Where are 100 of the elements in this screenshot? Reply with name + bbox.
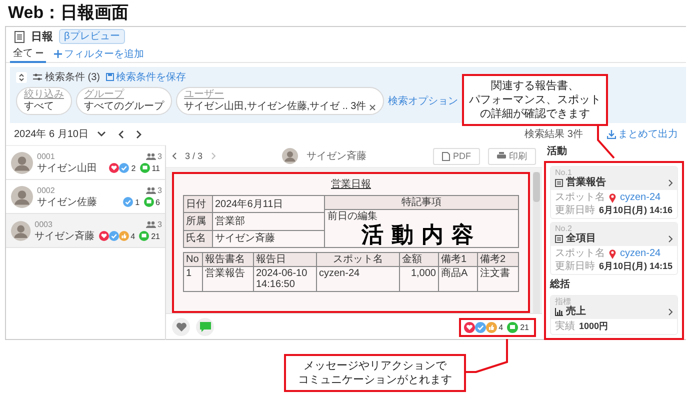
minus-icon — [36, 52, 43, 54]
printer-icon — [497, 152, 506, 160]
metric-caption: 指標 — [555, 297, 571, 306]
report-list-item[interactable]: 0003 サイゼン斉藤 3 4 21 — [6, 214, 165, 248]
map-pin-icon — [609, 192, 616, 202]
search-conditions-label[interactable]: 検索条件 (3) — [33, 70, 100, 84]
table-cell-text: 前日の編集 — [326, 210, 378, 223]
activity-number: No.2 — [555, 224, 572, 233]
comment-icon — [507, 322, 518, 332]
table-cell-text: 営業部 — [214, 214, 246, 228]
field-label: 実績 — [555, 320, 575, 333]
comment-icon — [139, 231, 150, 241]
metric-value: 1000円 — [579, 320, 608, 333]
report-code: 0002 — [37, 184, 56, 196]
chevron-right-icon — [668, 235, 673, 243]
callout-note: 関連する報告書、 パフォーマンス、スポット の詳細が確認できます — [462, 74, 608, 126]
report-list-item[interactable]: 0001 サイゼン山田 3 2 11 — [6, 146, 165, 180]
page-counter: 3 / 3 — [185, 151, 203, 161]
summary-card[interactable]: 指標 売上 実績 1000円 — [550, 295, 678, 335]
comment-count: 21 — [520, 322, 529, 332]
activity-card[interactable]: No.2 全項目 スポット名 cyzen-24 更新日時 6月10日(月) 14:15 — [550, 222, 678, 275]
like-button[interactable] — [172, 318, 190, 336]
section-heading: 活動 — [546, 145, 568, 159]
map-pin-icon — [609, 248, 616, 258]
print-button[interactable]: 印刷 — [488, 148, 536, 164]
report-code: 0001 — [37, 150, 56, 162]
table-cell-text: サイゼン斉藤 — [214, 232, 276, 246]
chat-icon — [200, 322, 210, 332]
form-icon — [555, 179, 563, 187]
heart-icon — [176, 322, 186, 332]
file-icon — [442, 152, 450, 160]
table-cell: 特記事項 — [325, 196, 518, 210]
filter-field[interactable]: グループ すべてのグループ — [76, 87, 172, 115]
people-icon — [146, 153, 156, 160]
form-icon — [555, 235, 563, 243]
activity-title: 全項目 — [566, 233, 596, 245]
table-cell: 氏名 — [184, 230, 213, 247]
filter-field[interactable]: 絞り込み すべて — [16, 87, 72, 115]
author-name: サイゼン斉藤 — [306, 150, 366, 163]
table-cell: 営業報告 — [203, 267, 254, 291]
filter-field[interactable]: ユーザー サイゼン山田,サイゼン佐藤,サイゼ .. 3件 — [176, 87, 384, 115]
avatar-icon — [11, 186, 33, 208]
add-filter-link[interactable]: フィルターを追加 — [54, 47, 144, 61]
spot-link[interactable]: cyzen-24 — [620, 247, 661, 260]
export-link[interactable]: まとめて出力 — [607, 127, 678, 141]
date-picker[interactable]: 2024年 6 月10日 — [14, 127, 88, 141]
clear-icon[interactable] — [369, 104, 376, 110]
table-header: No — [184, 253, 203, 266]
table-cell: 2024-06-10 14:16:50 — [254, 267, 317, 291]
table-cell: 1,000 — [400, 267, 439, 291]
table-cell-text: 注文書 — [479, 267, 511, 281]
activity-number: No.1 — [555, 168, 572, 177]
user-name: サイゼン山田 — [37, 162, 97, 174]
chevron-down-icon[interactable] — [96, 131, 106, 137]
updated-time: 6月10日(月) 14:15 — [599, 260, 673, 273]
field-label: 更新日時 — [555, 260, 595, 273]
section-heading: 総括 — [550, 278, 571, 292]
comment-icon — [144, 197, 154, 207]
table-header: 報告書名 — [203, 253, 254, 266]
document-title: 営業日報 — [331, 178, 371, 191]
filter-tab[interactable]: 全て — [10, 46, 46, 62]
next-icon[interactable] — [136, 130, 142, 138]
spot-link[interactable]: cyzen-24 — [620, 191, 661, 204]
reaction-count: 4 — [130, 232, 136, 240]
table-header: 金額 — [400, 253, 439, 266]
user-name: サイゼン佐藤 — [37, 196, 97, 208]
previous-icon[interactable] — [172, 152, 177, 160]
table-cell: 1 — [184, 267, 203, 291]
chevron-right-icon — [668, 179, 673, 187]
pdf-button[interactable]: PDF — [433, 148, 480, 164]
field-label: 更新日時 — [555, 204, 595, 217]
filter-icon — [33, 73, 42, 81]
viewer-count: 3 — [146, 186, 162, 195]
report-code: 0003 — [34, 218, 54, 230]
table-cell: 日付 — [184, 196, 213, 212]
comment-count: 21 — [151, 232, 160, 240]
reaction-count: 4 — [498, 322, 504, 332]
previous-icon[interactable] — [118, 130, 124, 138]
table-header: 備考2 — [478, 253, 518, 266]
table-cell: 所属 — [184, 213, 213, 230]
avatar-icon — [282, 148, 298, 164]
avatar-icon — [11, 152, 33, 174]
viewer-count: 3 — [146, 152, 162, 161]
activity-card[interactable]: No.1 営業報告 スポット名 cyzen-24 更新日時 6月10日(月) 14:16 — [550, 166, 678, 219]
download-icon — [607, 130, 616, 138]
chevron-right-icon — [668, 308, 673, 316]
leader-line — [597, 126, 615, 159]
comment-count: 6 — [156, 198, 160, 206]
reaction-count: 2 — [131, 164, 136, 172]
save-icon — [106, 73, 114, 81]
callout-note: メッセージやリアクションで コミュニケーションがとれます — [284, 354, 466, 392]
comment-icon — [140, 163, 150, 173]
people-icon — [146, 221, 156, 228]
table-header: 報告日 — [254, 253, 317, 266]
scrollbar[interactable] — [533, 172, 540, 313]
sort-icon[interactable] — [16, 72, 27, 82]
preview-badge: βプレビュー — [59, 29, 125, 44]
comment-count: 11 — [152, 164, 160, 172]
field-label: スポット名 — [555, 247, 605, 260]
updated-time: 6月10日(月) 14:16 — [599, 204, 673, 217]
